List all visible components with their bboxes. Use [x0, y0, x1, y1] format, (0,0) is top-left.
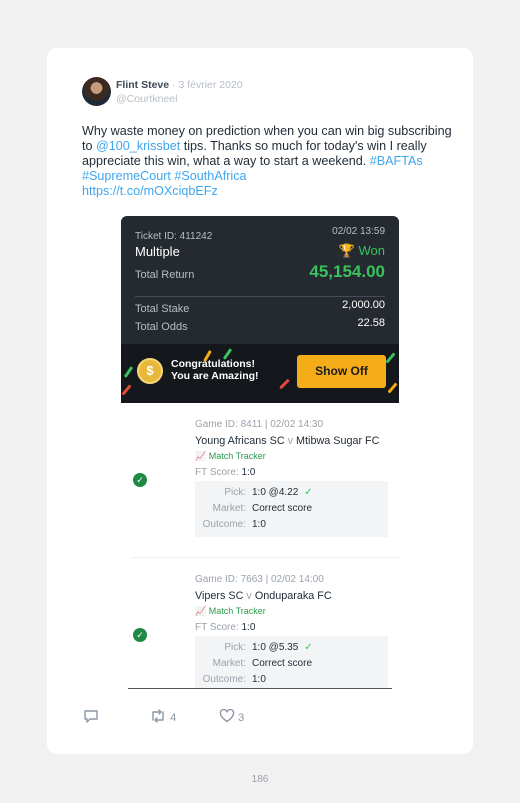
- author-name[interactable]: Flint Steve: [116, 79, 169, 91]
- trophy-icon: 🏆: [338, 243, 355, 258]
- reply-button[interactable]: [83, 709, 99, 726]
- tweet-text: Why waste money on prediction when you c…: [82, 124, 452, 199]
- retweet-button[interactable]: 4: [149, 709, 176, 724]
- match-teams: Vipers SC v Onduparaka FC: [195, 590, 332, 602]
- divider: [128, 688, 392, 689]
- mention-link[interactable]: @100_krissbet: [96, 139, 180, 153]
- ft-score-label: FT Score:: [195, 467, 239, 478]
- coin-icon: $: [137, 358, 163, 384]
- divider: [135, 296, 385, 297]
- ft-score-value: 1:0: [241, 622, 256, 633]
- reply-icon: [84, 710, 98, 723]
- confetti-decoration: [279, 378, 290, 390]
- tweet-author: Flint Steve · 3 février 2020: [116, 79, 243, 91]
- away-team: Onduparaka FC: [254, 590, 332, 602]
- heart-icon: [219, 708, 235, 723]
- like-count: 3: [238, 712, 245, 724]
- page-number: 186: [251, 774, 269, 785]
- game-id: Game ID: 8411 | 02/02 14:30: [195, 419, 324, 430]
- check-circle-icon: ✓: [133, 473, 147, 487]
- confetti-decoration: [387, 382, 398, 394]
- versus: v: [287, 435, 294, 447]
- tweet-url[interactable]: https://t.co/mOXciqbEFz: [82, 184, 218, 198]
- congrats-banner: $ Congratulations! You are Amazing! Show…: [121, 344, 399, 403]
- total-return-value: 45,154.00: [309, 262, 385, 281]
- away-team: Mtibwa Sugar FC: [296, 435, 380, 447]
- confetti-decoration: [121, 384, 132, 396]
- ticket-id: Ticket ID: 411242: [135, 231, 213, 242]
- outcome-label: Outcome:: [202, 519, 246, 530]
- pick-label: Pick:: [224, 642, 246, 653]
- pick-label: Pick:: [224, 487, 246, 498]
- match-tracker-label: Match Tracker: [208, 451, 266, 461]
- total-odds-value: 22.58: [357, 317, 385, 329]
- outcome-value: 1:0: [252, 674, 266, 685]
- show-off-button[interactable]: Show Off: [297, 355, 386, 388]
- chart-icon: 📈: [195, 606, 207, 616]
- congrats-line: You are Amazing!: [171, 370, 259, 382]
- pick-details: Pick: 1:0 @5.35 ✓ Market: Correct score O…: [195, 636, 388, 688]
- total-stake-label: Total Stake: [135, 303, 190, 315]
- author-handle[interactable]: @Courtkneel: [116, 93, 177, 105]
- congrats-line: Congratulations!: [171, 358, 255, 370]
- ft-score-value: 1:0: [241, 467, 256, 478]
- bets-list: Game ID: 8411 | 02/02 14:30 Young Africa…: [121, 403, 399, 688]
- confetti-decoration: [385, 352, 396, 364]
- outcome-value: 1:0: [252, 519, 266, 530]
- market-label: Market:: [212, 658, 246, 669]
- game-id: Game ID: 7663 | 02/02 14:00: [195, 574, 324, 585]
- match-tracker-label: Match Tracker: [208, 606, 266, 616]
- confetti-decoration: [123, 366, 134, 378]
- pick-value: 1:0 @5.35 ✓: [252, 642, 313, 653]
- tweet-date: · 3 février 2020: [172, 79, 243, 91]
- divider: [131, 557, 399, 558]
- total-odds-label: Total Odds: [135, 321, 188, 333]
- checkmark-icon: ✓: [304, 642, 313, 653]
- match-tracker-link[interactable]: 📈 Match Tracker: [195, 451, 266, 462]
- home-team: Young Africans SC: [195, 435, 285, 447]
- ft-score: FT Score: 1:0: [195, 467, 255, 478]
- ft-score: FT Score: 1:0: [195, 622, 255, 633]
- market-label: Market:: [212, 503, 246, 514]
- ticket-status: Won: [358, 243, 386, 258]
- match-tracker-link[interactable]: 📈 Match Tracker: [195, 606, 266, 617]
- ticket-type: Multiple: [135, 244, 180, 259]
- ticket-datetime: 02/02 13:59: [332, 226, 385, 237]
- retweet-icon: [152, 709, 164, 723]
- chart-icon: 📈: [195, 451, 207, 461]
- congrats-text: Congratulations! You are Amazing!: [171, 358, 259, 382]
- total-return-label: Total Return: [135, 269, 195, 281]
- market-value: Correct score: [252, 503, 313, 514]
- outcome-label: Outcome:: [202, 674, 246, 685]
- like-button[interactable]: 3: [219, 708, 245, 724]
- checkmark-icon: ✓: [304, 487, 313, 498]
- home-team: Vipers SC: [195, 590, 244, 602]
- pick-details: Pick: 1:0 @4.22 ✓ Market: Correct score O…: [195, 481, 388, 537]
- ft-score-label: FT Score:: [195, 622, 239, 633]
- pick-value: 1:0 @4.22 ✓: [252, 487, 313, 498]
- check-circle-icon: ✓: [133, 628, 147, 642]
- bet-ticket: Ticket ID: 411242 02/02 13:59 Multiple 🏆…: [121, 216, 399, 403]
- total-stake-value: 2,000.00: [342, 299, 385, 311]
- retweet-count: 4: [170, 712, 177, 724]
- pick-text: 1:0 @5.35: [252, 642, 299, 653]
- avatar[interactable]: [82, 77, 111, 106]
- versus: v: [246, 590, 252, 602]
- pick-text: 1:0 @4.22: [252, 487, 299, 498]
- market-value: Correct score: [252, 658, 313, 669]
- match-teams: Young Africans SC v Mtibwa Sugar FC: [195, 435, 379, 447]
